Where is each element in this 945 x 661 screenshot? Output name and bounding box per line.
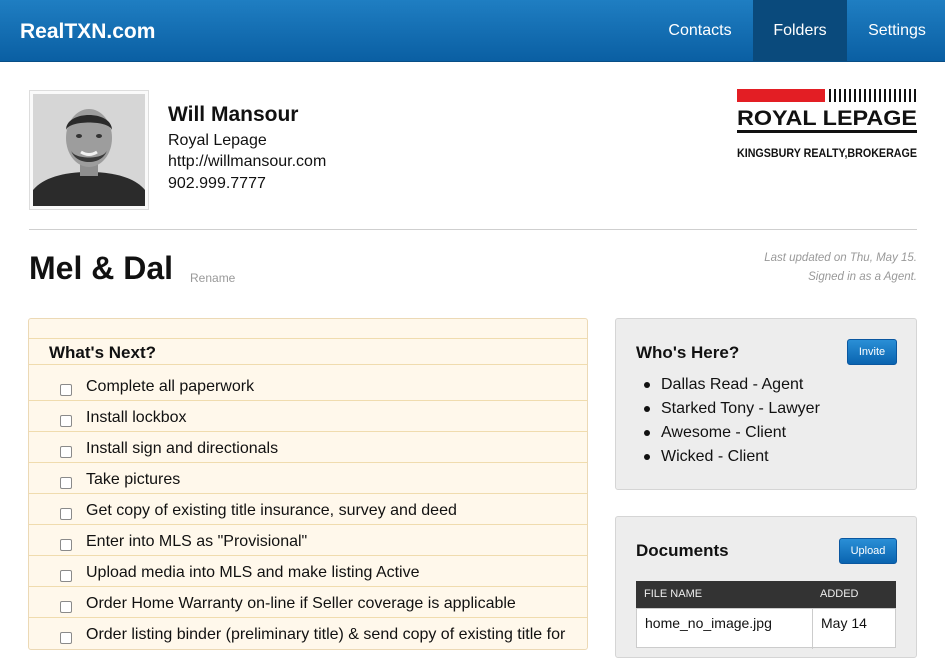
signed-in-status: Signed in as a Agent. bbox=[808, 271, 917, 283]
todo-checkbox[interactable] bbox=[60, 477, 72, 489]
avatar bbox=[33, 94, 145, 206]
nav-folders[interactable]: Folders bbox=[753, 0, 847, 61]
todo-checkbox[interactable] bbox=[60, 384, 72, 396]
agent-name: Will Mansour bbox=[168, 103, 299, 126]
todo-item[interactable]: Upload media into MLS and make listing A… bbox=[59, 564, 579, 595]
agent-company: Royal Lepage bbox=[168, 132, 267, 149]
todo-label: Order Home Warranty on-line if Seller co… bbox=[86, 595, 516, 612]
invite-button[interactable]: Invite bbox=[847, 339, 897, 365]
agent-website[interactable]: http://willmansour.com bbox=[168, 153, 326, 171]
todo-checkbox[interactable] bbox=[60, 570, 72, 582]
list-bullet bbox=[644, 430, 650, 436]
nav-contacts[interactable]: Contacts bbox=[652, 0, 748, 61]
todo-checkbox[interactable] bbox=[60, 539, 72, 551]
svg-text:KINGSBURY REALTY,BROKERAGE: KINGSBURY REALTY,BROKERAGE bbox=[737, 146, 917, 160]
todo-item[interactable]: Install lockbox bbox=[59, 409, 579, 440]
folder-title: Mel & Dal bbox=[29, 250, 174, 286]
todo-label: Order listing binder (preliminary title)… bbox=[86, 626, 566, 643]
documents-panel: Documents Upload FILE NAME ADDED home_no… bbox=[615, 516, 917, 658]
cell-divider bbox=[812, 609, 813, 649]
todo-item[interactable]: Order Home Warranty on-line if Seller co… bbox=[59, 595, 579, 626]
column-header-added[interactable]: ADDED bbox=[820, 588, 859, 600]
todo-item[interactable]: Complete all paperwork bbox=[59, 378, 579, 409]
todo-item[interactable]: Get copy of existing title insurance, su… bbox=[59, 502, 579, 533]
todo-label: Complete all paperwork bbox=[86, 378, 255, 395]
added-date-cell: May 14 bbox=[821, 615, 867, 631]
member-item: Starked Tony - Lawyer bbox=[661, 400, 820, 417]
table-header: FILE NAME ADDED bbox=[636, 581, 896, 608]
todo-checkbox[interactable] bbox=[60, 601, 72, 613]
upload-button[interactable]: Upload bbox=[839, 538, 897, 564]
todo-label: Enter into MLS as "Provisional" bbox=[86, 533, 308, 550]
whats-next-title: What's Next? bbox=[49, 343, 156, 362]
nav-settings[interactable]: Settings bbox=[849, 0, 945, 61]
todo-item[interactable]: Install sign and directionals bbox=[59, 440, 579, 471]
member-item: Dallas Read - Agent bbox=[661, 376, 804, 393]
todo-checkbox[interactable] bbox=[60, 446, 72, 458]
member-item: Awesome - Client bbox=[661, 424, 787, 441]
todo-label: Take pictures bbox=[86, 471, 181, 488]
todo-label: Upload media into MLS and make listing A… bbox=[86, 564, 420, 581]
list-bullet bbox=[644, 406, 650, 412]
todo-item[interactable]: Enter into MLS as "Provisional" bbox=[59, 533, 579, 564]
notepad-rule bbox=[29, 338, 587, 339]
documents-title: Documents bbox=[636, 541, 729, 560]
file-name-cell[interactable]: home_no_image.jpg bbox=[645, 615, 772, 631]
todo-item[interactable]: Order listing binder (preliminary title)… bbox=[59, 626, 579, 649]
todo-label: Install lockbox bbox=[86, 409, 187, 426]
member-item: Wicked - Client bbox=[661, 448, 769, 465]
todo-checkbox[interactable] bbox=[60, 508, 72, 520]
todo-label: Install sign and directionals bbox=[86, 440, 279, 457]
todo-label: Get copy of existing title insurance, su… bbox=[86, 502, 457, 519]
table-row[interactable]: home_no_image.jpg May 14 bbox=[636, 608, 896, 649]
todo-checkbox[interactable] bbox=[60, 415, 72, 427]
agent-photo bbox=[29, 90, 149, 210]
column-header-file-name[interactable]: FILE NAME bbox=[644, 588, 702, 600]
header-divider bbox=[29, 229, 917, 230]
svg-text:ROYAL LEPAGE: ROYAL LEPAGE bbox=[737, 107, 917, 130]
notepad-rule bbox=[29, 364, 587, 365]
list-bullet bbox=[644, 454, 650, 460]
whos-here-title: Who's Here? bbox=[636, 343, 740, 362]
whos-here-panel: Who's Here? Invite Dallas Read - Agent S… bbox=[615, 318, 917, 490]
agent-phone: 902.999.7777 bbox=[168, 175, 266, 192]
rename-link[interactable]: Rename bbox=[190, 271, 235, 285]
documents-table: FILE NAME ADDED home_no_image.jpg May 14 bbox=[636, 581, 896, 661]
brand-logo[interactable]: RealTXN.com bbox=[20, 20, 155, 44]
whats-next-panel: What's Next? Complete all paperwork Inst… bbox=[28, 318, 588, 650]
list-bullet bbox=[644, 382, 650, 388]
last-updated: Last updated on Thu, May 15. bbox=[764, 252, 917, 264]
todo-item[interactable]: Take pictures bbox=[59, 471, 579, 502]
brokerage-logo: ROYAL LEPAGE KINGSBURY REALTY,BROKERAGE bbox=[737, 89, 917, 160]
top-navbar: RealTXN.com Contacts Folders Settings bbox=[0, 0, 945, 62]
person-portrait-icon bbox=[33, 94, 145, 206]
